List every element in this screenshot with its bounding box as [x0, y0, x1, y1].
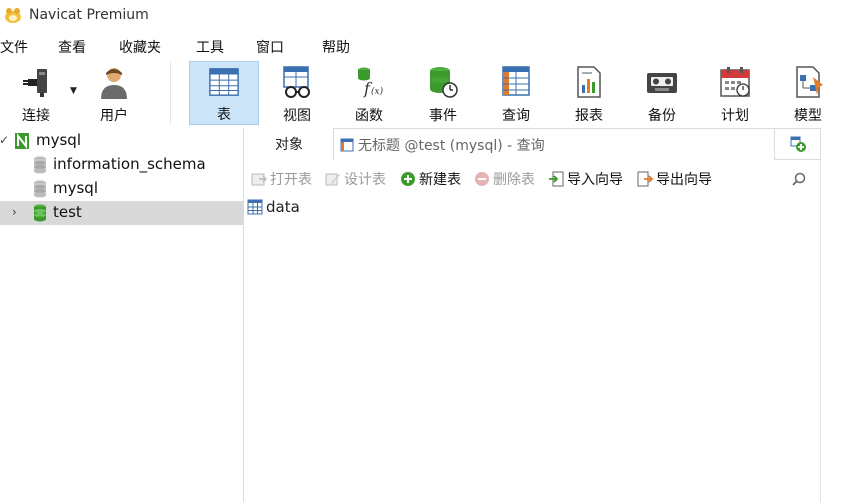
tree-db-test[interactable]: › test: [0, 201, 244, 225]
schedule-label: 计划: [721, 108, 749, 124]
tree-db-label: mysql: [53, 179, 98, 197]
report-label: 报表: [575, 108, 603, 124]
menu-favorites[interactable]: 收藏夹: [119, 37, 161, 57]
main-toolbar: 连接 ▼ 用户 表 视图 f (x) 函数 事件 查询 报表 备份 计划 模型: [0, 58, 853, 128]
menu-file[interactable]: 文件: [0, 37, 28, 57]
user-button[interactable]: 用户: [79, 61, 149, 125]
model-button[interactable]: 模型: [773, 61, 843, 125]
toolbar-separator: [170, 62, 171, 124]
tree-db-mysql[interactable]: mysql: [0, 177, 244, 201]
add-circle-icon: [401, 172, 415, 186]
database-icon: [34, 180, 46, 198]
new-table-button[interactable]: 新建表: [400, 170, 461, 188]
user-label: 用户: [100, 108, 128, 124]
new-query-tab-icon: [790, 136, 806, 152]
report-icon: [577, 66, 601, 98]
tree-connection-label: mysql: [36, 131, 81, 149]
window-title: Navicat Premium: [29, 7, 149, 23]
tab-query[interactable]: 无标题 @test (mysql) - 查询: [333, 128, 775, 160]
mysql-connection-icon: [15, 133, 29, 149]
delete-table-label: 删除表: [493, 172, 535, 188]
database-icon: [34, 204, 46, 222]
tree-db-information-schema[interactable]: information_schema: [0, 153, 244, 177]
table-button[interactable]: 表: [189, 61, 259, 125]
user-icon: [101, 68, 127, 99]
menu-bar: 文件 查看 收藏夹 工具 窗口 帮助: [0, 34, 853, 58]
open-table-icon: [251, 173, 267, 186]
connect-dropdown-caret[interactable]: ▼: [70, 86, 77, 96]
report-button[interactable]: 报表: [554, 61, 624, 125]
event-clock-icon: [430, 67, 458, 98]
model-label: 模型: [794, 108, 822, 124]
delete-table-button[interactable]: 删除表: [474, 170, 535, 188]
query-tab-icon: [340, 138, 354, 151]
navicat-logo-icon: [5, 8, 21, 23]
view-label: 视图: [283, 108, 311, 124]
query-button[interactable]: 查询: [481, 61, 551, 125]
table-icon: [247, 199, 263, 215]
tree-db-label: test: [53, 203, 82, 221]
title-bar: Navicat Premium: [0, 0, 853, 30]
import-wizard-button[interactable]: 导入向导: [548, 170, 623, 188]
tree-db-label: information_schema: [53, 155, 206, 173]
table-label: 表: [217, 107, 231, 123]
search-icon[interactable]: [791, 171, 807, 187]
function-icon: f (x): [358, 67, 384, 98]
open-table-label: 打开表: [270, 172, 312, 188]
function-button[interactable]: f (x) 函数: [334, 61, 404, 125]
backup-icon: [647, 73, 677, 93]
backup-label: 备份: [648, 108, 676, 124]
table-list-item[interactable]: data: [247, 198, 300, 216]
view-button[interactable]: 视图: [262, 61, 332, 125]
connection-tree: ✓ mysql information_schema mysql › test: [0, 128, 244, 502]
calendar-icon: [720, 67, 750, 97]
tab-objects[interactable]: 对象: [245, 128, 333, 160]
schedule-button[interactable]: 计划: [700, 61, 770, 125]
export-wizard-label: 导出向导: [656, 172, 712, 188]
event-label: 事件: [429, 108, 457, 124]
menu-window[interactable]: 窗口: [256, 37, 284, 57]
view-glasses-icon: [283, 66, 310, 98]
export-icon: [637, 171, 653, 187]
connect-label: 连接: [22, 108, 50, 124]
open-table-button[interactable]: 打开表: [251, 170, 312, 188]
collapse-arrow-icon[interactable]: ✓: [0, 133, 9, 147]
design-table-label: 设计表: [344, 172, 386, 188]
import-wizard-label: 导入向导: [567, 172, 623, 188]
import-icon: [549, 171, 564, 187]
table-icon: [209, 68, 239, 96]
query-label: 查询: [502, 108, 530, 124]
object-list: data: [245, 194, 821, 502]
database-icon: [34, 156, 46, 174]
menu-help[interactable]: 帮助: [322, 37, 350, 57]
tab-query-label: 无标题 @test (mysql) - 查询: [358, 137, 545, 154]
menu-view[interactable]: 查看: [58, 37, 86, 57]
expand-arrow-icon[interactable]: ›: [12, 205, 17, 219]
backup-button[interactable]: 备份: [627, 61, 697, 125]
table-name: data: [266, 198, 300, 216]
design-table-icon: [325, 173, 340, 186]
new-table-label: 新建表: [419, 172, 461, 188]
tab-objects-label: 对象: [275, 137, 303, 153]
tab-bar: 对象 无标题 @test (mysql) - 查询: [245, 128, 821, 160]
menu-tools[interactable]: 工具: [196, 37, 224, 57]
new-tab-button[interactable]: [775, 128, 821, 160]
model-icon: [796, 66, 823, 98]
tree-connection-mysql[interactable]: ✓ mysql: [0, 129, 244, 153]
design-table-button[interactable]: 设计表: [325, 170, 386, 188]
remove-circle-icon: [475, 172, 489, 186]
panel-border: [820, 160, 821, 502]
plug-connect-icon: [23, 69, 47, 97]
svg-text:(x): (x): [371, 86, 384, 97]
connect-button[interactable]: 连接: [1, 61, 71, 125]
query-icon: [502, 66, 530, 96]
export-wizard-button[interactable]: 导出向导: [637, 170, 712, 188]
event-button[interactable]: 事件: [408, 61, 478, 125]
object-toolbar: 打开表 设计表 新建表 删除表 导入向导 导出向导: [245, 166, 821, 192]
function-label: 函数: [355, 108, 383, 124]
